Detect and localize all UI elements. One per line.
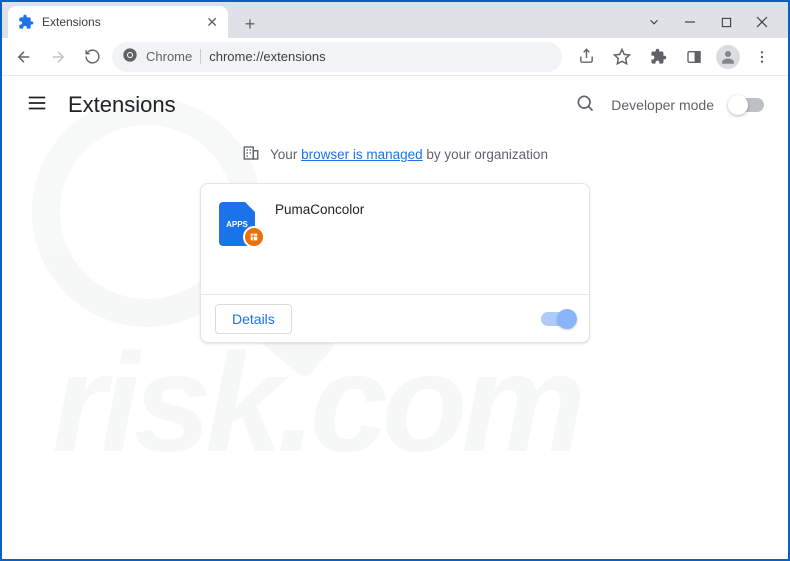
toolbar: Chrome chrome://extensions bbox=[2, 38, 788, 76]
extension-card: APPS PumaConcolor Details bbox=[200, 183, 590, 343]
forward-button[interactable] bbox=[44, 43, 72, 71]
share-icon[interactable] bbox=[572, 43, 600, 71]
managed-suffix: by your organization bbox=[423, 147, 548, 162]
developer-mode-label: Developer mode bbox=[611, 97, 714, 113]
omnibox-prefix: Chrome bbox=[146, 49, 201, 64]
extensions-puzzle-icon[interactable] bbox=[644, 43, 672, 71]
managed-prefix: Your bbox=[270, 147, 301, 162]
star-icon[interactable] bbox=[608, 43, 636, 71]
managed-link[interactable]: browser is managed bbox=[301, 147, 423, 162]
profile-avatar[interactable] bbox=[716, 45, 740, 69]
extension-badge-icon bbox=[243, 226, 265, 248]
page-title: Extensions bbox=[68, 92, 176, 118]
managed-banner: Your browser is managed by your organiza… bbox=[2, 134, 788, 183]
window-close-button[interactable] bbox=[754, 14, 770, 30]
page-header: Extensions Developer mode bbox=[2, 76, 788, 134]
developer-mode-toggle[interactable] bbox=[730, 98, 764, 112]
managed-text: Your browser is managed by your organiza… bbox=[270, 147, 548, 162]
omnibox-url: chrome://extensions bbox=[209, 49, 325, 64]
address-bar[interactable]: Chrome chrome://extensions bbox=[112, 42, 562, 72]
reload-button[interactable] bbox=[78, 43, 106, 71]
chevron-down-icon[interactable] bbox=[646, 14, 662, 30]
menu-icon[interactable] bbox=[26, 92, 48, 119]
minimize-button[interactable] bbox=[682, 14, 698, 30]
chrome-logo-icon bbox=[122, 47, 138, 66]
close-tab-icon[interactable]: ✕ bbox=[206, 14, 218, 31]
tab-title: Extensions bbox=[42, 15, 101, 29]
details-button[interactable]: Details bbox=[215, 304, 292, 334]
titlebar: Extensions ✕ + bbox=[2, 2, 788, 38]
maximize-button[interactable] bbox=[718, 14, 734, 30]
puzzle-icon bbox=[18, 14, 34, 30]
building-icon bbox=[242, 144, 260, 165]
kebab-menu-icon[interactable] bbox=[748, 43, 776, 71]
back-button[interactable] bbox=[10, 43, 38, 71]
extension-name: PumaConcolor bbox=[275, 202, 364, 276]
extension-enable-toggle[interactable] bbox=[541, 312, 575, 326]
extension-icon: APPS bbox=[219, 202, 259, 242]
sidepanel-icon[interactable] bbox=[680, 43, 708, 71]
new-tab-button[interactable]: + bbox=[236, 10, 264, 38]
browser-tab[interactable]: Extensions ✕ bbox=[8, 6, 228, 38]
search-icon[interactable] bbox=[575, 93, 595, 118]
window-controls bbox=[646, 14, 780, 38]
